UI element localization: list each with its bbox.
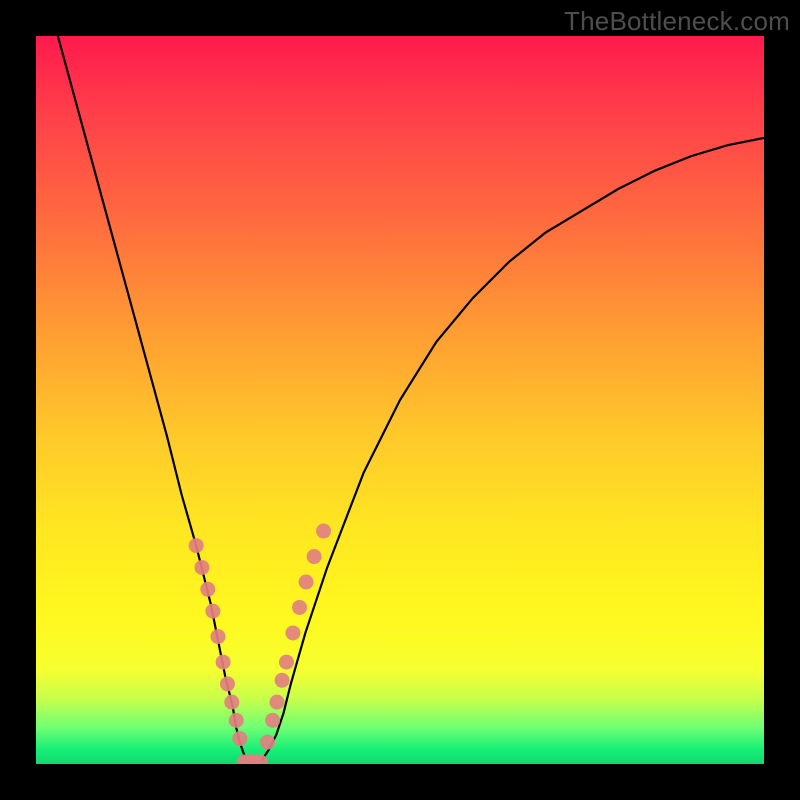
- curve-right: [262, 138, 764, 760]
- marker-left: [232, 731, 247, 746]
- marker-left: [194, 560, 209, 575]
- marker-right: [279, 655, 294, 670]
- marker-left: [200, 582, 215, 597]
- marker-left: [205, 604, 220, 619]
- marker-left: [229, 713, 244, 728]
- marker-left: [211, 629, 226, 644]
- marker-left: [224, 695, 239, 710]
- marker-left: [189, 538, 204, 553]
- marker-right: [292, 600, 307, 615]
- plot-area: [36, 36, 764, 764]
- curve-left: [58, 36, 247, 760]
- marker-right: [275, 673, 290, 688]
- marker-right: [260, 735, 275, 750]
- marker-right: [265, 713, 280, 728]
- marker-left: [216, 655, 231, 670]
- marker-left: [220, 676, 235, 691]
- chart-svg: [36, 36, 764, 764]
- marker-right: [269, 695, 284, 710]
- marker-right: [307, 549, 322, 564]
- watermark-text: TheBottleneck.com: [564, 6, 790, 37]
- marker-right: [299, 575, 314, 590]
- marker-right: [285, 625, 300, 640]
- chart-frame: TheBottleneck.com: [0, 0, 800, 800]
- marker-right: [316, 524, 331, 539]
